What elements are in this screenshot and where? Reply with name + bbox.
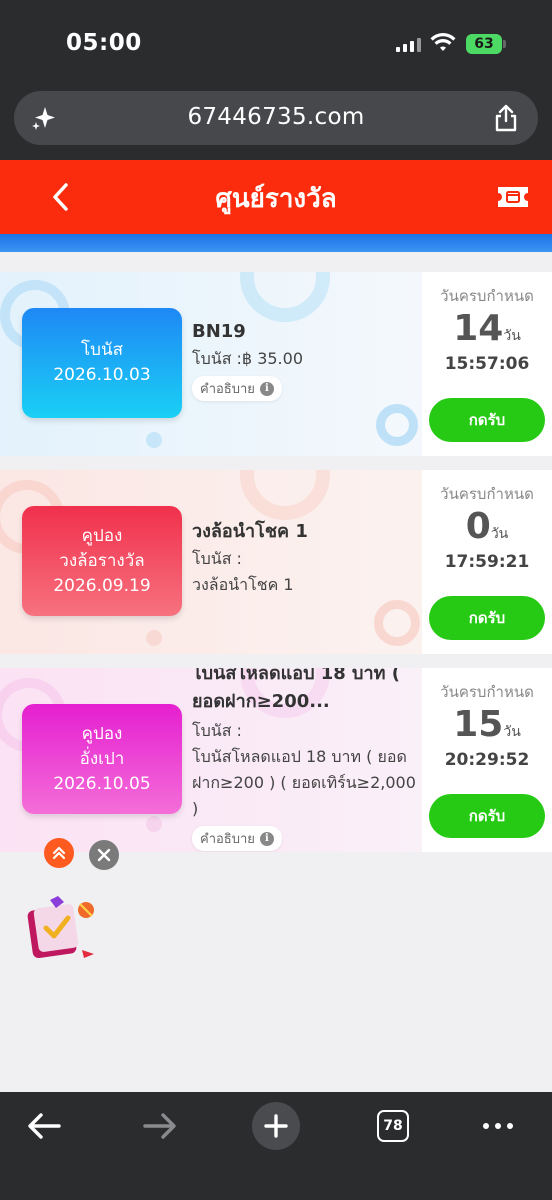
reward-card: คูปอง วงล้อรางวัล 2026.09.19 วงล้อนำโชค …: [0, 470, 552, 654]
card-bonus-detail: โบนัสโหลดแอป 18 บาท ( ยอดฝาก≥200 ) ( ยอด…: [192, 747, 416, 818]
decor-ring: [240, 272, 330, 322]
reward-card: โบนัส 2026.10.03 BN19 โบนัส :฿ 35.00 คำอ…: [0, 272, 552, 456]
decor-dot: [146, 816, 162, 832]
tabs-count: 78: [377, 1110, 409, 1142]
due-panel: วันครบกำหนด 0วัน 17:59:21 กดรับ: [422, 470, 552, 654]
days-number: 0: [465, 506, 491, 547]
coupon-subtype: วงล้อรางวัล: [59, 550, 145, 571]
card-info: BN19 โบนัส :฿ 35.00 คำอธิบาย i: [192, 318, 416, 401]
info-icon: i: [259, 381, 274, 396]
battery-tip: [503, 40, 506, 48]
list-gap: [0, 252, 552, 272]
coupon-date: 2026.09.19: [53, 575, 151, 596]
due-panel: วันครบกำหนด 14วัน 15:57:06 กดรับ: [422, 272, 552, 456]
card-info: วงล้อนำโชค 1 โบนัส : วงล้อนำโชค 1: [192, 518, 416, 598]
nav-back-button[interactable]: [24, 1106, 64, 1146]
description-chip[interactable]: คำอธิบาย i: [192, 376, 282, 401]
close-icon: [97, 848, 111, 862]
coupon-subtype: อั่งเปา: [79, 748, 125, 769]
countdown-time: 20:29:52: [444, 750, 530, 770]
days-unit: วัน: [490, 526, 509, 542]
due-panel: วันครบกำหนด 15วัน 20:29:52 กดรับ: [422, 668, 552, 852]
countdown-time: 17:59:21: [444, 552, 530, 572]
days-number: 14: [453, 308, 504, 349]
coupon-badge: โบนัส 2026.10.03: [22, 308, 182, 418]
double-chevron-up-icon: [52, 846, 66, 860]
decor-ring: [376, 404, 418, 446]
card-bonus: โบนัส :฿ 35.00: [192, 349, 303, 368]
due-label: วันครบกำหนด: [440, 287, 534, 305]
coupon-badge: คูปอง วงล้อรางวัล 2026.09.19: [22, 506, 182, 616]
countdown-time: 15:57:06: [444, 354, 530, 374]
description-label: คำอธิบาย: [200, 832, 255, 847]
scroll-top-button[interactable]: [44, 838, 74, 868]
page-title: ศูนย์รางวัล: [215, 184, 337, 214]
card-info: โบนัสโหลดแอป 18 บาท ( ยอดฝาก≥200... โบนั…: [192, 668, 416, 851]
status-time: 05:00: [66, 30, 142, 56]
due-label: วันครบกำหนด: [440, 485, 534, 503]
decor-ring: [240, 470, 330, 520]
due-label: วันครบกำหนด: [440, 683, 534, 701]
browser-toolbar: 67446735.com: [0, 88, 552, 160]
claim-button[interactable]: กดรับ: [429, 794, 545, 838]
days-unit: วัน: [503, 724, 521, 740]
claim-button[interactable]: กดรับ: [429, 596, 545, 640]
share-icon[interactable]: [492, 103, 520, 133]
browser-bottom-bar: 78: [0, 1092, 552, 1200]
claim-button[interactable]: กดรับ: [429, 398, 545, 442]
banner-strip: [0, 234, 552, 252]
plus-icon: [264, 1114, 288, 1138]
signal-icon: [396, 36, 421, 52]
coupon-date: 2026.10.03: [53, 365, 151, 385]
reward-card: คูปอง อั่งเปา 2026.10.05 โบนัสโหลดแอป 18…: [0, 668, 552, 852]
plus-circle: [252, 1102, 300, 1150]
decor-dot: [146, 630, 162, 646]
url-text[interactable]: 67446735.com: [14, 104, 538, 130]
more-dots-icon: [483, 1123, 513, 1129]
coupon-type: โบนัส: [81, 340, 123, 360]
days-remaining: 15วัน: [422, 704, 552, 745]
card-bonus: โบนัส :: [192, 549, 242, 568]
coupon-badge: คูปอง อั่งเปา 2026.10.05: [22, 704, 182, 814]
card-title: BN19: [192, 321, 246, 342]
more-button[interactable]: [480, 1106, 516, 1146]
wifi-icon: [430, 32, 456, 51]
coupon-date: 2026.10.05: [53, 773, 151, 794]
coupon-type: คูปอง: [81, 525, 123, 546]
card-title: วงล้อนำโชค 1: [192, 521, 308, 542]
status-bar: 05:00 63: [0, 0, 552, 88]
nav-forward-button[interactable]: [140, 1106, 180, 1146]
days-remaining: 14วัน: [422, 308, 552, 349]
card-bonus: โบนัส :: [192, 721, 242, 740]
card-bonus-detail: วงล้อนำโชค 1: [192, 575, 294, 594]
days-unit: วัน: [503, 328, 521, 344]
info-icon: i: [259, 831, 274, 846]
days-remaining: 0วัน: [422, 506, 552, 547]
decor-ring: [374, 600, 420, 646]
card-title: โบนัสโหลดแอป 18 บาท ( ยอดฝาก≥200...: [192, 668, 400, 712]
description-chip[interactable]: คำอธิบาย i: [192, 826, 282, 851]
days-number: 15: [453, 704, 504, 745]
arrow-left-icon: [28, 1113, 61, 1139]
close-widget-button[interactable]: [89, 840, 119, 870]
address-bar[interactable]: 67446735.com: [14, 91, 538, 145]
new-tab-button[interactable]: [252, 1102, 300, 1150]
page-header: ศูนย์รางวัล: [0, 160, 552, 234]
description-label: คำอธิบาย: [200, 382, 255, 397]
arrow-right-icon: [143, 1113, 176, 1139]
tabs-button[interactable]: 78: [375, 1106, 411, 1146]
battery-indicator: 63: [466, 34, 502, 54]
ticket-icon[interactable]: [496, 184, 530, 210]
coupon-type: คูปอง: [81, 723, 123, 744]
decor-dot: [146, 432, 162, 448]
gift-box-icon[interactable]: [24, 894, 100, 960]
